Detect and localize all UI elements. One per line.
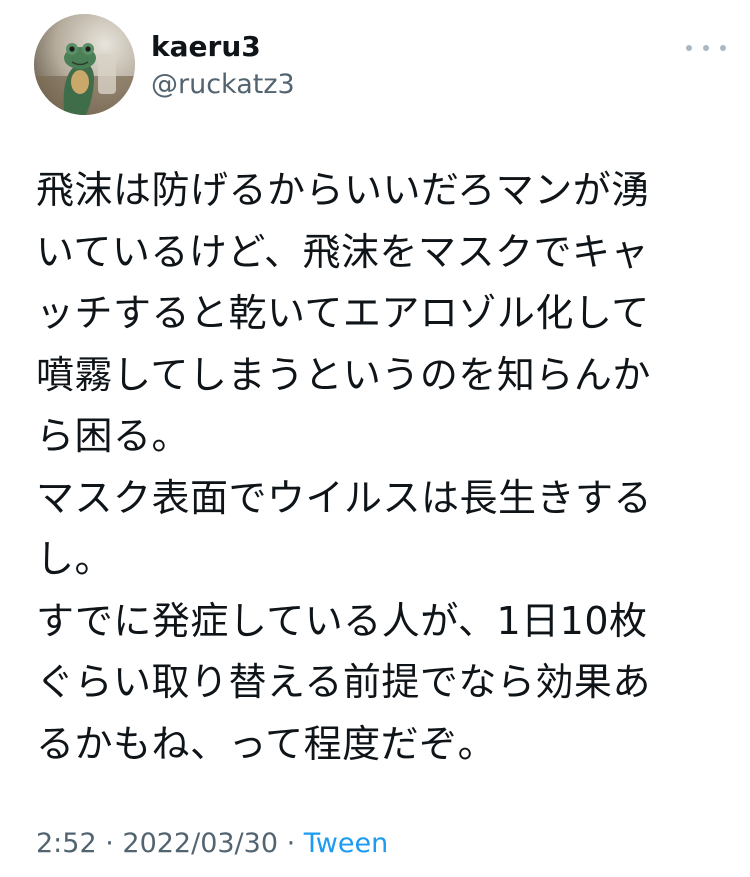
tweet-card: kaeru3 @ruckatz3 飛沫は防げるからいいだろマンが湧 いているけど… xyxy=(0,0,750,877)
tweet-text-line: し。 xyxy=(36,537,114,581)
more-dot xyxy=(686,45,692,51)
tweet-text-line: ッチすると乾いてエアロゾル化して xyxy=(36,291,650,335)
tweet-text-line: ら困る。 xyxy=(36,414,191,458)
user-names: kaeru3 @ruckatz3 xyxy=(151,30,295,101)
tweet-text-line: いているけど、飛沫をマスクでキャ xyxy=(36,229,649,274)
tweet-text-line: ぐらい取り替える前提でなら効果あ xyxy=(36,660,651,704)
tweet-text: 飛沫は防げるからいいだろマンが湧 いているけど、飛沫をマスクでキャ ッチすると乾… xyxy=(36,160,716,775)
tweet-header: kaeru3 @ruckatz3 xyxy=(34,14,726,118)
tweet-text-line: 飛沫は防げるからいいだろマンが湧 xyxy=(36,168,650,212)
more-dot xyxy=(720,45,726,51)
tweet-text-line: すでに発症している人が、1日10枚 xyxy=(36,598,648,643)
avatar[interactable] xyxy=(34,14,135,115)
tweet-text-line: るかもね、って程度だぞ。 xyxy=(36,721,497,766)
user-handle[interactable]: @ruckatz3 xyxy=(151,69,295,101)
display-name[interactable]: kaeru3 xyxy=(151,30,295,64)
more-dot xyxy=(703,45,709,51)
tweet-meta: 2:52 · 2022/03/30 · Tween xyxy=(36,826,388,862)
tweet-text-line: マスク表面でウイルスは長生きする xyxy=(36,475,653,520)
tweet-date[interactable]: 2022/03/30 xyxy=(122,828,278,859)
tweet-text-line: 噴霧してしまうというのを知らんか xyxy=(36,352,651,397)
meta-separator: · xyxy=(278,828,304,859)
frog-figurine-avatar-icon xyxy=(34,14,135,115)
tweet-time[interactable]: 2:52 xyxy=(36,828,97,859)
tweet-source-link[interactable]: Tween xyxy=(304,828,388,859)
more-options-icon[interactable] xyxy=(686,40,726,56)
meta-separator: · xyxy=(96,828,123,859)
